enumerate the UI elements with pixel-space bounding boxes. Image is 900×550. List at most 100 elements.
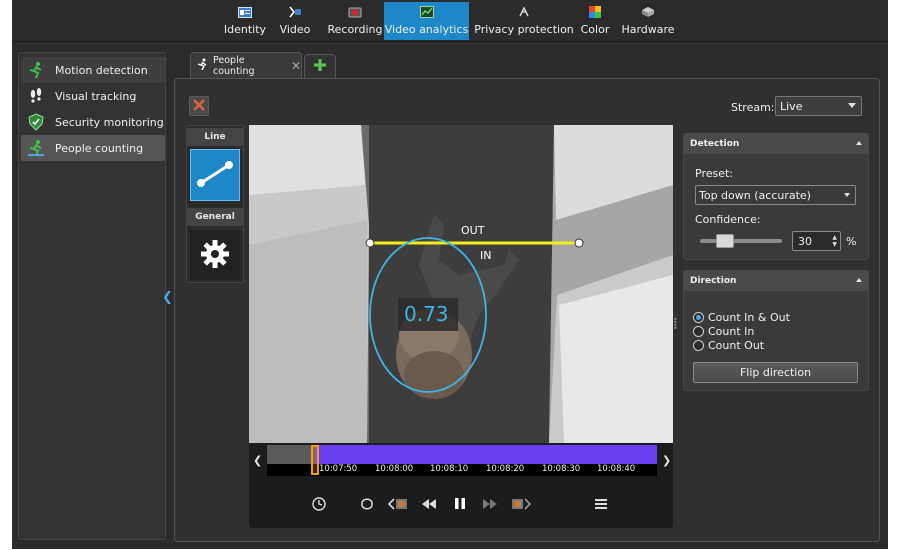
- sidebar-item-label: Security monitoring: [55, 115, 164, 129]
- timeline-scrubber[interactable]: 10:07:50 10:08:00 10:08:10 10:08:20 10:0…: [267, 445, 657, 476]
- radio-label: Count Out: [708, 339, 765, 352]
- sidebar-item-motion-detection[interactable]: Motion detection: [21, 57, 165, 83]
- general-settings-button[interactable]: [190, 230, 240, 280]
- line-tools-header: Line: [187, 128, 243, 146]
- pause-button[interactable]: [451, 497, 469, 513]
- tab-privacy-protection-label: Privacy protection: [474, 23, 574, 36]
- timeline-tick-label: 10:08:00: [375, 464, 414, 474]
- confidence-value: 30: [798, 234, 812, 248]
- sidebar-item-people-counting[interactable]: People counting: [21, 135, 165, 161]
- delete-button[interactable]: [189, 96, 209, 116]
- timeline-tick-label: 10:08:40: [597, 464, 636, 474]
- radio-count-out[interactable]: Count Out: [693, 339, 764, 352]
- sidebar-item-visual-tracking[interactable]: Visual tracking: [21, 83, 165, 109]
- direction-header[interactable]: Direction: [684, 271, 868, 291]
- sidebar-item-security-monitoring[interactable]: Security monitoring: [21, 109, 165, 135]
- confidence-overlay: 0.73: [404, 302, 449, 326]
- chevron-down-icon: [844, 193, 850, 197]
- stream-select[interactable]: Live: [775, 96, 862, 116]
- radio-label: Count In & Out: [708, 311, 790, 324]
- sidebar-item-label: Visual tracking: [55, 89, 137, 103]
- line-icon: [195, 159, 235, 192]
- top-toolbar: Identity Video Recording Video analytics…: [12, 0, 888, 42]
- tab-hardware[interactable]: Hardware: [621, 2, 675, 40]
- tab-color[interactable]: Color: [576, 2, 614, 40]
- splitter-grip[interactable]: • • • •: [673, 316, 678, 333]
- confidence-slider[interactable]: [700, 239, 782, 243]
- preset-select[interactable]: Top down (accurate): [695, 185, 856, 205]
- out-direction-label: OUT: [461, 224, 485, 237]
- rewind-icon: [422, 498, 436, 512]
- chevron-up-icon: [856, 141, 862, 145]
- hamburger-icon: [595, 498, 607, 512]
- recording-icon: [348, 6, 362, 18]
- flip-direction-button[interactable]: Flip direction: [693, 362, 858, 383]
- gear-icon: [200, 239, 230, 272]
- in-direction-label: IN: [480, 249, 492, 262]
- person-running-icon: [197, 58, 209, 73]
- previous-frame-button[interactable]: [387, 497, 410, 513]
- rewind-button[interactable]: [420, 497, 438, 513]
- detection-header-label: Detection: [690, 139, 740, 149]
- direction-header-label: Direction: [690, 276, 737, 286]
- next-frame-button[interactable]: [510, 497, 532, 513]
- tab-hardware-label: Hardware: [621, 23, 675, 36]
- add-tab-button[interactable]: [304, 54, 336, 78]
- id-card-icon: [238, 6, 252, 18]
- tab-recording-label: Recording: [327, 23, 383, 36]
- chevron-up-icon: [856, 278, 862, 282]
- sidebar-item-label: People counting: [55, 141, 144, 155]
- confidence-unit: %: [846, 235, 857, 248]
- fast-forward-button[interactable]: [481, 497, 499, 513]
- close-icon[interactable]: ✕: [291, 59, 301, 73]
- radio-count-in[interactable]: Count In: [693, 325, 754, 338]
- timeline-tick-label: 10:07:50: [319, 464, 358, 474]
- line-tool-button[interactable]: [190, 149, 240, 201]
- radio-count-in-and-out[interactable]: Count In & Out: [693, 311, 790, 324]
- tab-video[interactable]: Video: [274, 2, 316, 40]
- radio-dot: [693, 340, 704, 351]
- tab-identity-label: Identity: [223, 23, 267, 36]
- menu-button[interactable]: [592, 497, 610, 513]
- sidebar-item-label: Motion detection: [55, 63, 148, 77]
- timeline-unloaded: [267, 445, 315, 464]
- timeline-played: [315, 445, 657, 464]
- tab-video-analytics-label: Video analytics: [384, 23, 469, 36]
- loop-button[interactable]: [358, 497, 376, 513]
- detection-header[interactable]: Detection: [684, 134, 868, 154]
- tab-video-analytics[interactable]: Video analytics: [384, 2, 469, 40]
- tab-identity[interactable]: Identity: [222, 2, 268, 40]
- tab-label: People counting: [213, 54, 255, 77]
- hardware-icon: [641, 6, 655, 18]
- confidence-label: Confidence:: [695, 213, 761, 226]
- analytics-sidebar: Motion detection Visual tracking Securit…: [18, 52, 166, 540]
- timeline-prev-arrow[interactable]: ❮: [253, 454, 262, 467]
- confidence-slider-thumb[interactable]: [716, 234, 734, 248]
- general-tools-header: General: [187, 208, 243, 226]
- delete-x-icon: [193, 98, 205, 114]
- tab-privacy-protection[interactable]: Privacy protection: [474, 2, 574, 40]
- timeline-cursor[interactable]: [311, 445, 319, 475]
- spin-down-icon[interactable]: ▼: [832, 242, 837, 248]
- confidence-spinbox[interactable]: 30 ▲ ▼: [792, 231, 841, 251]
- clock-icon: [312, 496, 326, 514]
- next-frame-icon: [510, 497, 532, 514]
- video-view[interactable]: OUT IN 0.73: [249, 125, 673, 443]
- tab-video-label: Video: [279, 23, 311, 36]
- tab-color-label: Color: [580, 23, 610, 36]
- tab-recording[interactable]: Recording: [322, 2, 388, 40]
- timeline-tick-label: 10:08:20: [486, 464, 525, 474]
- loop-icon: [360, 498, 374, 513]
- clock-button[interactable]: [310, 496, 328, 514]
- tools-column: Line General: [186, 125, 244, 283]
- person-running-icon: [27, 139, 45, 157]
- collapse-sidebar-arrow[interactable]: ❮: [162, 291, 173, 305]
- video-settings-icon: [288, 6, 302, 18]
- footprints-icon: [27, 87, 45, 105]
- preset-value: Top down (accurate): [699, 188, 811, 202]
- radio-dot: [693, 326, 704, 337]
- plus-icon: [314, 59, 326, 74]
- tab-people-counting[interactable]: People counting ✕: [190, 52, 302, 78]
- privacy-icon: [517, 6, 531, 18]
- timeline-next-arrow[interactable]: ❯: [662, 454, 671, 467]
